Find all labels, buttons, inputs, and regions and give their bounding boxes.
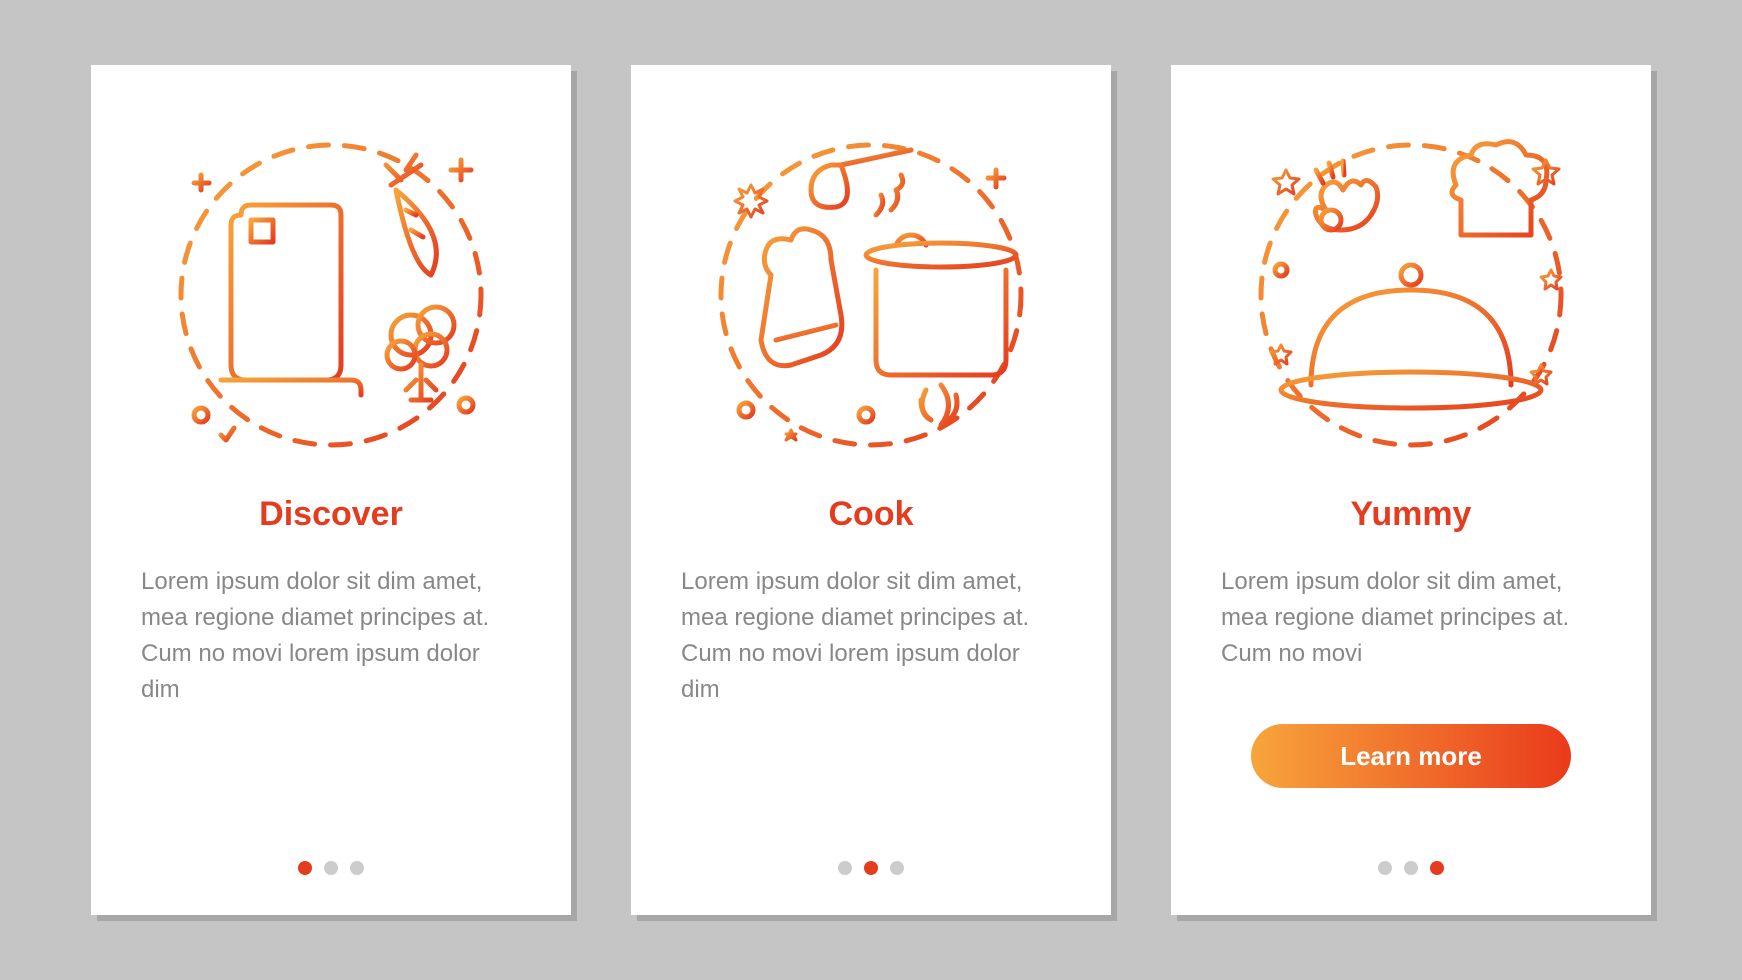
dot-3[interactable] — [350, 861, 364, 875]
pagination-dots — [838, 861, 904, 875]
dot-2[interactable] — [324, 861, 338, 875]
pagination-dots — [1378, 861, 1444, 875]
card-title: Cook — [829, 495, 914, 534]
yummy-dish-icon — [1231, 115, 1591, 475]
pagination-dots — [298, 861, 364, 875]
dot-1[interactable] — [838, 861, 852, 875]
card-body: Lorem ipsum dolor sit dim amet, mea regi… — [141, 564, 521, 708]
dot-1[interactable] — [298, 861, 312, 875]
dot-3[interactable] — [890, 861, 904, 875]
onboarding-card-yummy[interactable]: Yummy Lorem ipsum dolor sit dim amet, me… — [1171, 65, 1651, 915]
learn-more-button[interactable]: Learn more — [1251, 724, 1571, 788]
discover-recipe-icon — [151, 115, 511, 475]
onboarding-card-discover[interactable]: Discover Lorem ipsum dolor sit dim amet,… — [91, 65, 571, 915]
onboarding-cards: Discover Lorem ipsum dolor sit dim amet,… — [91, 65, 1651, 915]
card-body: Lorem ipsum dolor sit dim amet, mea regi… — [681, 564, 1061, 708]
dot-3[interactable] — [1430, 861, 1444, 875]
card-title: Discover — [259, 495, 403, 534]
dot-2[interactable] — [864, 861, 878, 875]
card-body: Lorem ipsum dolor sit dim amet, mea regi… — [1221, 564, 1601, 694]
dot-2[interactable] — [1404, 861, 1418, 875]
onboarding-card-cook[interactable]: Cook Lorem ipsum dolor sit dim amet, mea… — [631, 65, 1111, 915]
cook-pot-icon — [691, 115, 1051, 475]
dot-1[interactable] — [1378, 861, 1392, 875]
card-title: Yummy — [1351, 495, 1472, 534]
